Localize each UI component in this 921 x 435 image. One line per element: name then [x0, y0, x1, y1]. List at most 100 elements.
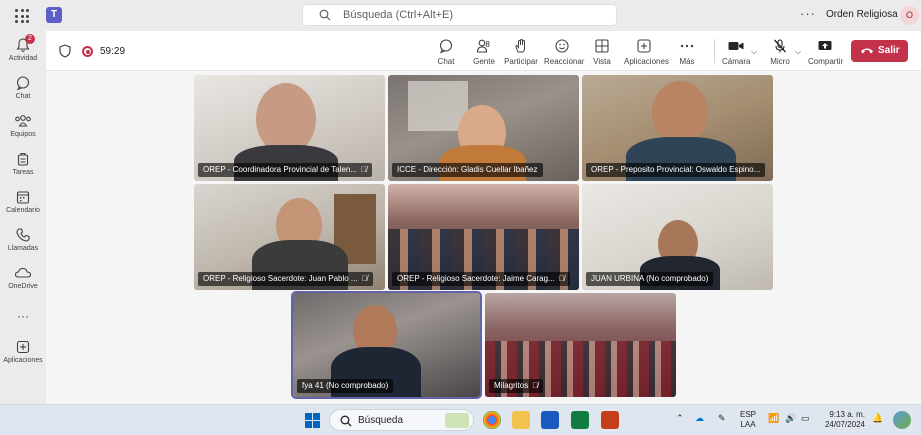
video-tile[interactable]: Milagritos 🎙̸ [485, 293, 676, 397]
rail-item-teams[interactable]: Equipos [0, 113, 46, 138]
excel-icon[interactable] [571, 411, 589, 429]
phone-icon [16, 228, 30, 242]
video-tile-active-speaker[interactable]: fya 41 (No comprobado) [291, 291, 482, 399]
rail-label: Calendario [6, 207, 40, 214]
search-highlight-icon [445, 413, 469, 428]
rail-item-tasks[interactable]: Tareas [0, 151, 46, 176]
cloud-icon [14, 267, 32, 278]
chevron-up-icon[interactable]: ⌃ [676, 413, 684, 424]
rail-item-calendar[interactable]: Calendario [0, 189, 46, 214]
volume-icon[interactable]: 🔊 [785, 413, 796, 424]
clock-date: 24/07/2024 [824, 420, 865, 429]
mic-muted-icon [774, 39, 786, 53]
leave-button[interactable]: Salir [851, 40, 908, 62]
language-indicator[interactable]: ESP LAA [740, 410, 756, 430]
clock-time: 9:13 a. m. [829, 410, 865, 419]
rail-item-more[interactable]: ··· [0, 307, 46, 323]
video-tile[interactable]: OREP - Preposito Provincial: Oswaldo Esp… [582, 75, 773, 181]
word-icon[interactable] [541, 411, 559, 429]
add-apps-icon [637, 39, 651, 53]
activity-badge: 2 [25, 34, 35, 44]
raise-hand-button[interactable]: Participar [504, 38, 538, 66]
share-screen-icon [818, 41, 832, 50]
org-name[interactable]: Orden Religiosa ... [826, 9, 909, 20]
windows-taskbar: Búsqueda ⌃ ☁ ✎ ESP LAA 📶 🔊 ▭ 9:13 a. m. … [0, 404, 921, 435]
more-label: Más [679, 57, 695, 66]
more-icon: ··· [17, 309, 29, 323]
onedrive-tray-icon[interactable]: ☁ [695, 413, 704, 424]
chat-icon [439, 39, 453, 54]
apps-button[interactable]: Aplicaciones [624, 38, 669, 66]
participant-video [652, 81, 708, 145]
rail-label: Equipos [10, 131, 36, 138]
search-box[interactable]: Búsqueda (Ctrl+Alt+E) [302, 4, 617, 26]
video-tile[interactable]: ICCE - Dirección: Gladis Cuellar Ibañez [388, 75, 579, 181]
leave-label: Salir [878, 45, 900, 56]
video-tile[interactable]: OREP - Religioso Sacerdote: Jaime Carag.… [388, 184, 579, 290]
mic-off-icon: 🎙̸ [361, 274, 368, 283]
grid-view-icon [595, 39, 609, 53]
participant-name: OREP - Religioso Sacerdote: Juan Pablo .… [198, 272, 373, 286]
avatar[interactable]: O [900, 6, 919, 25]
mic-label: Micro [770, 57, 790, 66]
rail-item-calls[interactable]: Llamadas [0, 227, 46, 252]
wifi-icon[interactable]: 📶 [768, 413, 779, 424]
video-tile[interactable]: OREP - Religioso Sacerdote: Juan Pablo .… [194, 184, 385, 290]
participant-name: JUAN URBINA (No comprobado) [586, 272, 714, 286]
toolbar-divider [714, 39, 715, 63]
share-button[interactable]: Compartir [808, 38, 844, 66]
participant-name: fya 41 (No comprobado) [297, 379, 394, 393]
react-button[interactable]: Reaccionar [544, 38, 585, 66]
rail-label: Llamadas [7, 245, 39, 252]
rail-item-apps[interactable]: Aplicaciones [0, 339, 46, 364]
rail-label: OneDrive [8, 283, 38, 290]
teams-logo-icon: T [46, 7, 62, 23]
mic-off-icon: 🎙̸ [558, 274, 565, 283]
chat-label: Chat [437, 57, 455, 66]
rail-item-chat[interactable]: Chat [0, 75, 46, 100]
powerpoint-icon[interactable] [601, 411, 619, 429]
rail-item-activity[interactable]: 2 Actividad [0, 34, 46, 62]
shield-icon[interactable] [59, 44, 71, 58]
camera-label: Cámara [722, 57, 751, 66]
mic-options-chevron-icon[interactable]: ⌵ [795, 47, 801, 57]
video-tile[interactable]: JUAN URBINA (No comprobado) [582, 184, 773, 290]
system-clock[interactable]: 9:13 a. m. 24/07/2024 [823, 410, 865, 430]
mic-button[interactable]: Micro [768, 38, 792, 66]
search-icon [319, 9, 331, 21]
view-label: Vista [593, 57, 611, 66]
battery-icon[interactable]: ▭ [801, 413, 810, 424]
view-button[interactable]: Vista [590, 38, 614, 66]
share-label: Compartir [808, 57, 844, 66]
video-tile[interactable]: OREP - Coordinadora Provincial de Talen.… [194, 75, 385, 181]
taskbar-search[interactable]: Búsqueda [329, 409, 474, 431]
react-label: Reaccionar [544, 57, 585, 66]
camera-button[interactable]: Cámara [722, 38, 750, 66]
title-bar: T Búsqueda (Ctrl+Alt+E) ··· Orden Religi… [0, 0, 921, 31]
more-actions-button[interactable]: Más [676, 38, 698, 66]
hand-icon [515, 39, 525, 53]
people-button[interactable]: 8 Gente [470, 38, 498, 66]
camera-options-chevron-icon[interactable]: ⌵ [751, 47, 757, 57]
meeting-timer: 59:29 [100, 46, 126, 57]
hang-up-icon [861, 48, 873, 54]
rail-label: Actividad [8, 55, 38, 62]
notification-bell-icon[interactable]: 🔔 [872, 413, 883, 424]
windows-start-icon[interactable] [305, 413, 320, 428]
copilot-icon[interactable] [893, 411, 911, 429]
rail-item-onedrive[interactable]: OneDrive [0, 265, 46, 290]
raise-label: Participar [504, 57, 538, 66]
more-options-icon[interactable]: ··· [800, 6, 816, 21]
calendar-icon [16, 191, 30, 204]
participant-count: 8 [485, 40, 490, 49]
file-explorer-icon[interactable] [512, 411, 530, 429]
chrome-icon[interactable] [483, 411, 501, 429]
chat-button[interactable]: Chat [434, 38, 458, 66]
more-icon [680, 44, 694, 48]
pen-icon[interactable]: ✎ [718, 413, 726, 424]
meeting-toolbar: 59:29 Chat 8 Gente Participar Reaccionar… [46, 31, 921, 71]
app-launcher-icon[interactable] [15, 9, 29, 23]
recording-icon [82, 46, 93, 57]
mic-off-icon: 🎙̸ [532, 381, 539, 390]
taskbar-search-label: Búsqueda [358, 415, 404, 426]
